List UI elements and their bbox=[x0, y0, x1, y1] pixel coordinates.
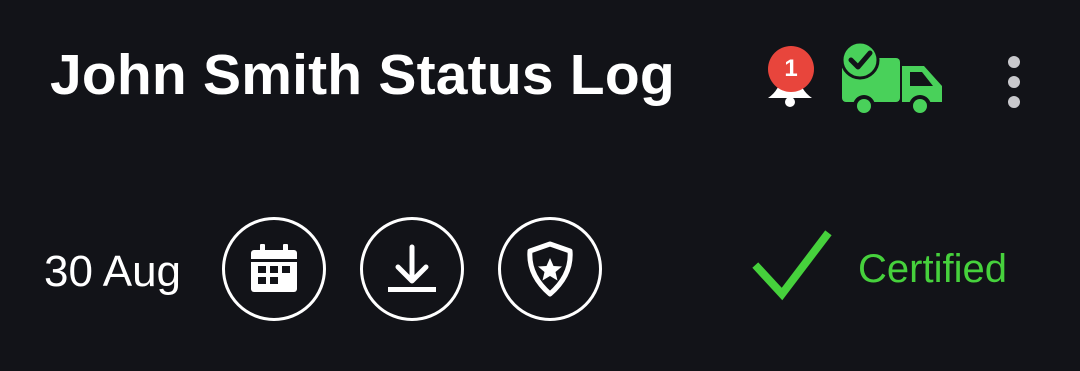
notification-badge: 1 bbox=[768, 46, 814, 92]
status-label: Certified bbox=[858, 247, 1007, 291]
calendar-icon bbox=[251, 244, 297, 292]
checkmark-icon bbox=[752, 230, 832, 301]
police-badge-icon bbox=[527, 241, 573, 297]
date-label: 30 Aug bbox=[44, 247, 182, 296]
more-vertical-icon[interactable] bbox=[1000, 54, 1028, 110]
download-icon bbox=[388, 244, 436, 292]
notification-button[interactable]: 1 bbox=[760, 44, 820, 108]
download-button[interactable] bbox=[360, 217, 464, 321]
calendar-button[interactable] bbox=[222, 217, 326, 321]
badge-button[interactable] bbox=[498, 217, 602, 321]
page-title: John Smith Status Log bbox=[50, 43, 675, 107]
delivery-truck-check-icon[interactable] bbox=[840, 40, 946, 120]
